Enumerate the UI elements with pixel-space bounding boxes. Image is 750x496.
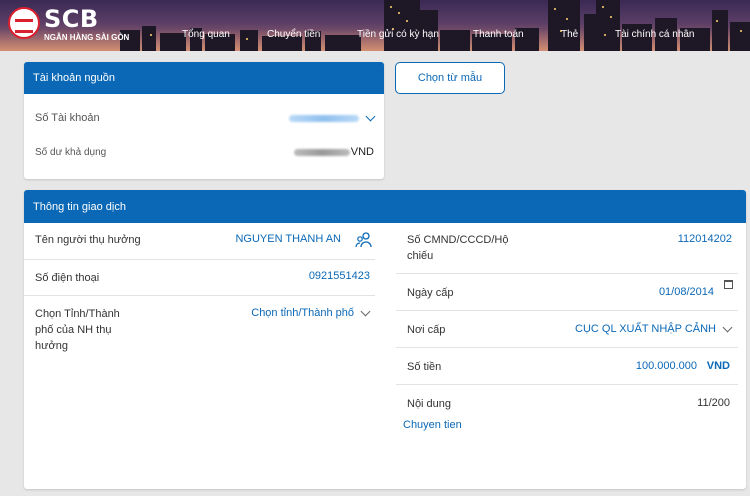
top-header: SCB NGÂN HÀNG SÀI GÒN Tổng quan Chuyển t… bbox=[0, 0, 750, 51]
nav-item-term-deposit[interactable]: Tiền gửi có kỳ hạn bbox=[357, 29, 439, 40]
phone-value[interactable]: 0921551423 bbox=[309, 270, 370, 282]
transaction-left-column: Tên người thụ hưởng NGUYEN THANH AN Số đ… bbox=[24, 223, 375, 356]
id-number-label: Số CMND/CCCD/Hộ chiếu bbox=[407, 234, 509, 262]
phone-label: Số điện thoại bbox=[35, 272, 100, 284]
calendar-icon[interactable] bbox=[724, 280, 733, 289]
province-row[interactable]: Chọn Tỉnh/Thành phố của NH thụ hưởng Chọ… bbox=[24, 296, 375, 356]
content-counter: 11/200 bbox=[697, 397, 730, 409]
scb-logo-mark bbox=[8, 7, 40, 39]
choose-template-button[interactable]: Chọn từ mẫu bbox=[395, 62, 505, 94]
scb-logo[interactable]: SCB NGÂN HÀNG SÀI GÒN bbox=[8, 5, 129, 45]
logo-text: SCB bbox=[44, 5, 99, 33]
issue-date-value[interactable]: 01/08/2014 bbox=[659, 286, 714, 298]
balance-masked bbox=[293, 148, 350, 156]
available-balance-row: Số dư khả dụng VND bbox=[35, 146, 374, 158]
beneficiary-name-value[interactable]: NGUYEN THANH AN bbox=[235, 233, 341, 245]
source-account-title: Tài khoản nguồn bbox=[24, 62, 384, 94]
issue-place-value: CỤC QL XUẤT NHẬP CẢNH bbox=[575, 323, 716, 335]
account-number-select[interactable] bbox=[289, 111, 376, 122]
nav-item-transfer[interactable]: Chuyển tiền bbox=[267, 29, 320, 40]
source-account-card: Tài khoản nguồn Số Tài khoản Số dư khả d… bbox=[24, 62, 384, 179]
issue-date-label: Ngày cấp bbox=[407, 287, 454, 299]
available-balance-label: Số dư khả dụng bbox=[35, 146, 107, 158]
phone-row[interactable]: Số điện thoại 0921551423 bbox=[24, 260, 375, 296]
issue-place-select[interactable]: CỤC QL XUẤT NHẬP CẢNH bbox=[575, 322, 733, 335]
available-balance-value: VND bbox=[293, 146, 374, 158]
issue-place-label: Nơi cấp bbox=[407, 324, 446, 336]
people-icon[interactable] bbox=[355, 231, 373, 249]
transaction-info-title: Thông tin giao dịch bbox=[24, 190, 746, 223]
content-input[interactable]: Chuyen tien bbox=[396, 415, 738, 445]
content-value[interactable]: Chuyen tien bbox=[403, 419, 462, 431]
province-placeholder: Chọn tỉnh/Thành phố bbox=[251, 307, 354, 319]
chevron-down-icon bbox=[365, 111, 376, 121]
id-number-value[interactable]: 112014202 bbox=[678, 233, 732, 245]
transaction-right-column: Số CMND/CCCD/Hộ chiếu 112014202 Ngày cấp… bbox=[396, 223, 738, 445]
content-row[interactable]: Nội dung 11/200 bbox=[396, 385, 738, 415]
issue-date-row[interactable]: Ngày cấp 01/08/2014 bbox=[396, 274, 738, 311]
issue-place-row[interactable]: Nơi cấp CỤC QL XUẤT NHẬP CẢNH bbox=[396, 311, 738, 348]
province-select[interactable]: Chọn tỉnh/Thành phố bbox=[251, 306, 371, 319]
content-label: Nội dung bbox=[407, 398, 452, 410]
nav-item-card[interactable]: Thẻ bbox=[561, 29, 578, 40]
beneficiary-name-label: Tên người thụ hưởng bbox=[35, 234, 141, 246]
nav-item-personal-finance[interactable]: Tài chính cá nhân bbox=[615, 29, 695, 40]
beneficiary-name-row[interactable]: Tên người thụ hưởng NGUYEN THANH AN bbox=[24, 223, 375, 260]
nav-item-overview[interactable]: Tổng quan bbox=[182, 29, 230, 40]
balance-currency: VND bbox=[350, 146, 374, 158]
amount-value[interactable]: 100.000.000 bbox=[636, 360, 697, 372]
nav-item-payment[interactable]: Thanh toán bbox=[473, 29, 524, 40]
account-number-masked bbox=[289, 114, 359, 122]
id-number-row[interactable]: Số CMND/CCCD/Hộ chiếu 112014202 bbox=[396, 223, 738, 274]
amount-row[interactable]: Số tiền 100.000.000 VND bbox=[396, 348, 738, 385]
amount-label: Số tiền bbox=[407, 361, 442, 373]
logo-subtitle: NGÂN HÀNG SÀI GÒN bbox=[44, 33, 130, 42]
province-label: Chọn Tỉnh/Thành phố của NH thụ hưởng bbox=[35, 308, 120, 352]
chevron-down-icon bbox=[360, 306, 371, 316]
transaction-info-card: Thông tin giao dịch Tên người thụ hưởng … bbox=[24, 190, 746, 489]
account-number-label: Số Tài khoản bbox=[35, 112, 100, 124]
chevron-down-icon bbox=[722, 322, 733, 332]
amount-currency: VND bbox=[706, 360, 730, 372]
account-number-row[interactable]: Số Tài khoản bbox=[35, 111, 376, 124]
